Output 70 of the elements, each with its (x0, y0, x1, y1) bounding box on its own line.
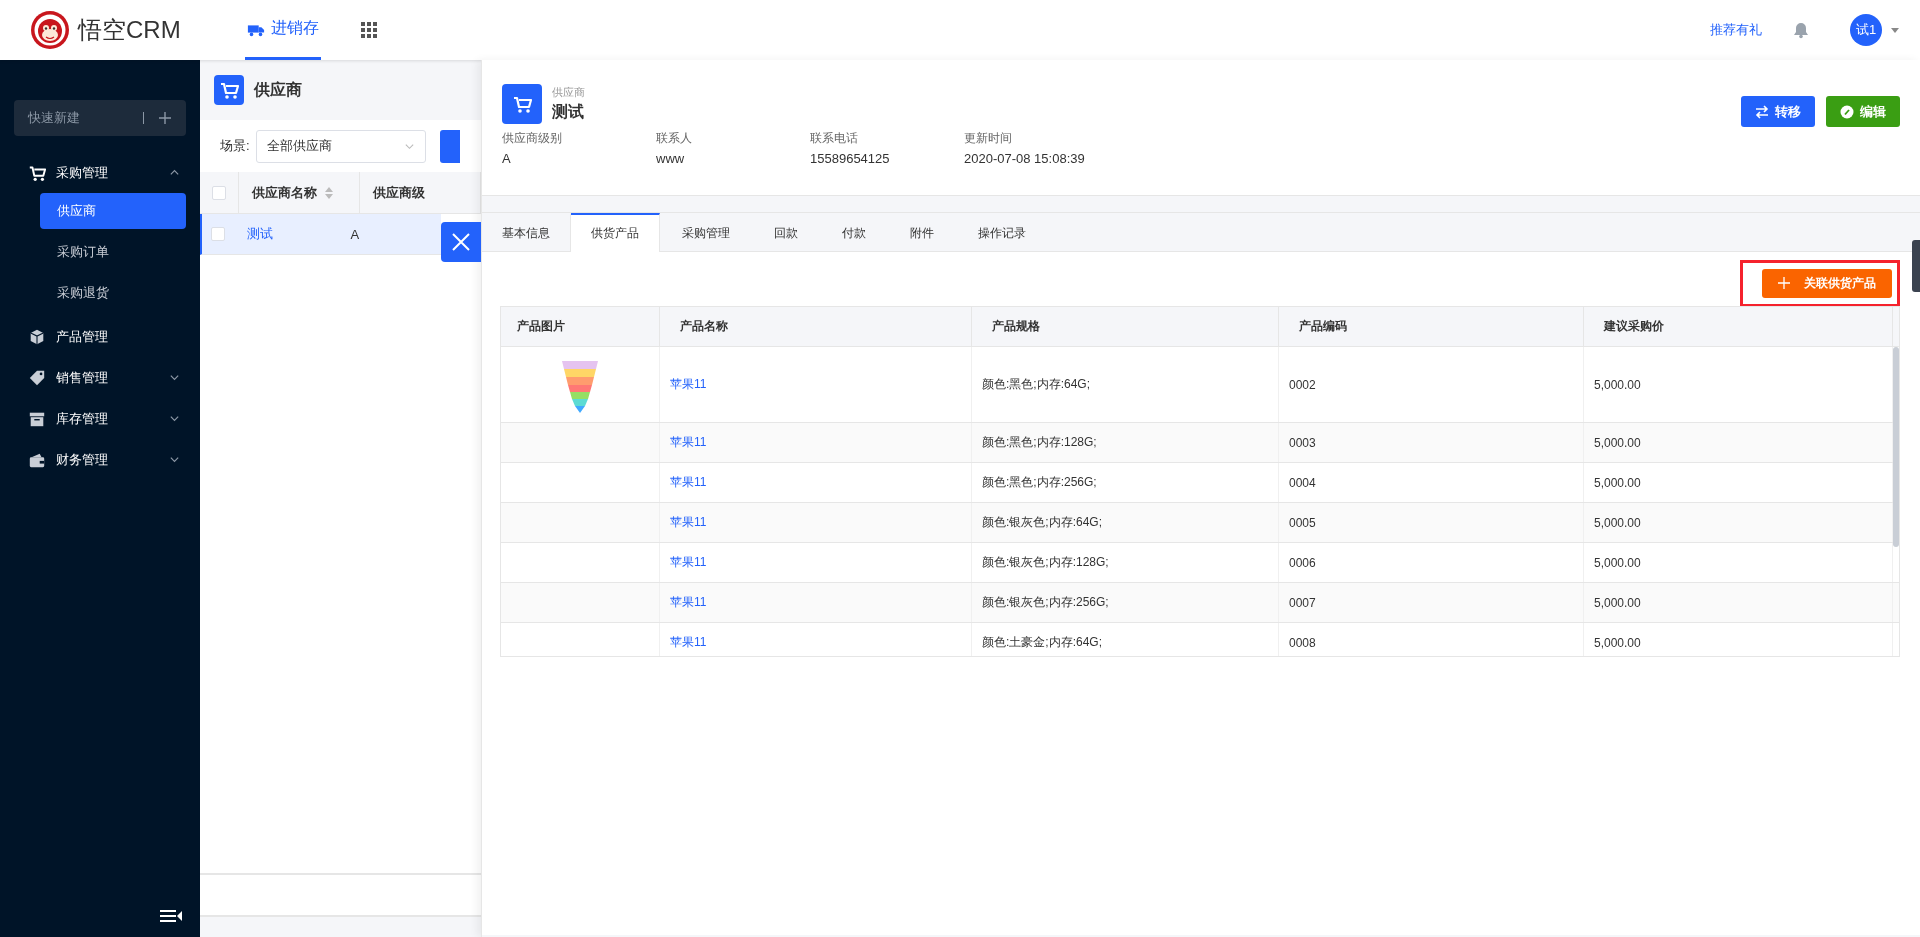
field-value: A (502, 151, 512, 166)
scene-select[interactable]: 全部供应商 (255, 129, 426, 163)
recommend-link[interactable]: 推荐有礼 (1710, 21, 1762, 39)
brand-name: 悟空CRM (78, 15, 181, 45)
submenu-item[interactable]: 采购订单 (40, 234, 186, 270)
column-header: 产品编码 (1279, 307, 1584, 346)
table-cell: 5,000.00 (1594, 377, 1641, 392)
table-cell: 5,000.00 (1594, 635, 1641, 650)
table-cell: 颜色:银灰色;内存:128G; (982, 554, 1109, 571)
menu-item[interactable]: 财务管理 (0, 439, 200, 480)
product-link[interactable]: 苹果11 (670, 514, 707, 531)
supplier-link[interactable]: 测试 (247, 225, 274, 243)
tab[interactable]: 附件 (888, 213, 956, 251)
record-name: 测试 (552, 102, 585, 122)
product-link[interactable]: 苹果11 (670, 474, 707, 491)
menu-item[interactable]: 库存管理 (0, 398, 200, 439)
product-link[interactable]: 苹果11 (670, 594, 707, 611)
submenu-item[interactable]: 采购退货 (40, 275, 186, 311)
tab[interactable]: 供货产品 (571, 213, 660, 252)
table-cell: 5,000.00 (1594, 435, 1641, 450)
tab[interactable]: 操作记录 (956, 213, 1048, 251)
field-value: 15589654125 (810, 151, 891, 166)
product-link[interactable]: 苹果11 (670, 554, 707, 571)
table-cell: 0008 (1289, 635, 1316, 650)
field-label: 联系电话 (810, 130, 859, 147)
record-type: 供应商 (552, 85, 585, 100)
table-cell: 颜色:土豪金;内存:64G; (982, 634, 1103, 651)
product-link[interactable]: 苹果11 (670, 434, 707, 451)
table-cell: 颜色:黑色;内存:128G; (982, 434, 1097, 451)
column-header: 供应商名称 (251, 183, 317, 202)
field-label: 联系人 (656, 130, 693, 147)
field-label: 供应商级别 (502, 130, 563, 147)
table-cell: 0003 (1289, 435, 1316, 450)
field-value: www (656, 151, 686, 166)
table-cell: 5,000.00 (1594, 595, 1641, 610)
table-cell: 颜色:银灰色;内存:256G; (982, 594, 1109, 611)
field-label: 更新时间 (964, 130, 1013, 147)
transfer-button[interactable]: 转移 (1741, 96, 1815, 127)
quick-create-bar[interactable]: 快速新建 (14, 100, 186, 136)
table-cell: 0005 (1289, 515, 1316, 530)
table-cell: 5,000.00 (1594, 515, 1641, 530)
page-title: 供应商 (254, 79, 302, 100)
tab[interactable]: 采购管理 (660, 213, 752, 251)
table-cell: 5,000.00 (1594, 475, 1641, 490)
field-value: 2020-07-08 15:08:39 (964, 151, 1086, 166)
menu-item[interactable]: 销售管理 (0, 357, 200, 398)
product-link[interactable]: 苹果11 (670, 376, 707, 393)
table-cell: 5,000.00 (1594, 555, 1641, 570)
user-avatar[interactable]: 试1 (1850, 14, 1882, 46)
menu-item[interactable]: 采购管理 (0, 152, 200, 193)
column-header: 供应商级 (372, 183, 425, 202)
table-cell: 颜色:黑色;内存:64G; (982, 376, 1091, 393)
tab[interactable]: 付款 (820, 213, 888, 251)
submenu-item[interactable]: 供应商 (40, 193, 186, 229)
table-cell: 0002 (1289, 377, 1316, 392)
table-cell: 0006 (1289, 555, 1316, 570)
table-cell: 0007 (1289, 595, 1316, 610)
table-cell: 颜色:黑色;内存:256G; (982, 474, 1097, 491)
table-cell: A (350, 226, 360, 242)
column-header: 建议采购价 (1584, 307, 1893, 346)
tab[interactable]: 回款 (752, 213, 820, 251)
column-header: 产品图片 (501, 307, 660, 346)
table-cell: 颜色:银灰色;内存:64G; (982, 514, 1103, 531)
table-row[interactable]: 测试 A (200, 214, 441, 255)
scene-label: 场景: (220, 137, 250, 155)
product-link[interactable]: 苹果11 (670, 634, 707, 651)
menu-item[interactable]: 产品管理 (0, 316, 200, 357)
table-cell: 0004 (1289, 475, 1316, 490)
column-header: 产品规格 (972, 307, 1279, 346)
column-header: 产品名称 (660, 307, 972, 346)
